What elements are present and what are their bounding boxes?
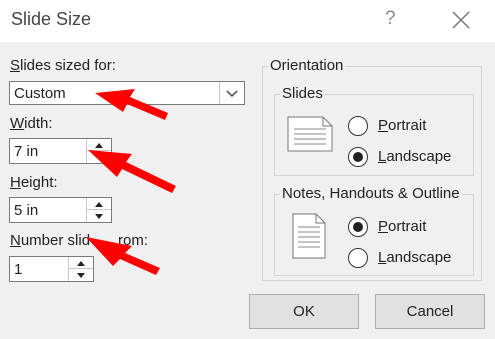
height-spinner[interactable]: 5 in	[9, 197, 112, 223]
ok-button[interactable]: OK	[249, 294, 359, 329]
dialog-title: Slide Size	[11, 9, 92, 29]
triangle-down-icon	[95, 155, 103, 160]
help-button[interactable]: ?	[385, 8, 396, 30]
height-increment-button[interactable]	[87, 198, 111, 210]
cancel-button[interactable]: Cancel	[375, 294, 485, 329]
landscape-page-icon	[287, 116, 333, 152]
orientation-group-label: Orientation	[268, 57, 346, 74]
slides-sized-for-value: Custom	[14, 85, 66, 102]
title-bar: Slide Size ?	[0, 0, 495, 42]
number-slides-spin-buttons	[68, 257, 93, 281]
height-decrement-button[interactable]	[87, 210, 111, 222]
triangle-down-icon	[77, 273, 85, 278]
notes-landscape-radio[interactable]	[348, 248, 368, 268]
chevron-down-icon	[226, 90, 238, 98]
number-slides-increment-button[interactable]	[69, 257, 93, 269]
dropdown-button[interactable]	[219, 82, 244, 104]
slides-sized-for-select[interactable]: Custom	[9, 81, 245, 105]
width-increment-button[interactable]	[87, 139, 111, 151]
notes-portrait-radio[interactable]	[348, 217, 368, 237]
notes-landscape-label[interactable]: Landscape	[378, 249, 451, 266]
height-spin-buttons	[86, 198, 111, 222]
number-slides-from-spinner[interactable]: 1	[9, 256, 94, 282]
slides-portrait-radio[interactable]	[348, 116, 368, 136]
notes-portrait-label[interactable]: Portrait	[378, 218, 426, 235]
width-decrement-button[interactable]	[87, 151, 111, 163]
height-label: Height:	[10, 174, 58, 191]
number-slides-decrement-button[interactable]	[69, 269, 93, 281]
width-spinner[interactable]: 7 in	[9, 138, 112, 164]
slides-landscape-radio[interactable]	[348, 147, 368, 167]
notes-group-label: Notes, Handouts & Outline	[280, 185, 462, 202]
slides-sized-for-label: Slides sized for:	[10, 57, 116, 74]
close-icon[interactable]	[450, 9, 472, 31]
slides-landscape-label[interactable]: Landscape	[378, 148, 451, 165]
number-slides-from-value: 1	[14, 261, 23, 278]
width-label: Width:	[10, 115, 53, 132]
portrait-page-icon	[292, 213, 326, 259]
width-spin-buttons	[86, 139, 111, 163]
number-slides-from-label: Number slid rom:	[10, 232, 149, 249]
slides-portrait-label[interactable]: Portrait	[378, 117, 426, 134]
triangle-down-icon	[95, 214, 103, 219]
slides-group-label: Slides	[280, 85, 325, 102]
width-value: 7 in	[14, 143, 39, 160]
height-value: 5 in	[14, 202, 39, 219]
